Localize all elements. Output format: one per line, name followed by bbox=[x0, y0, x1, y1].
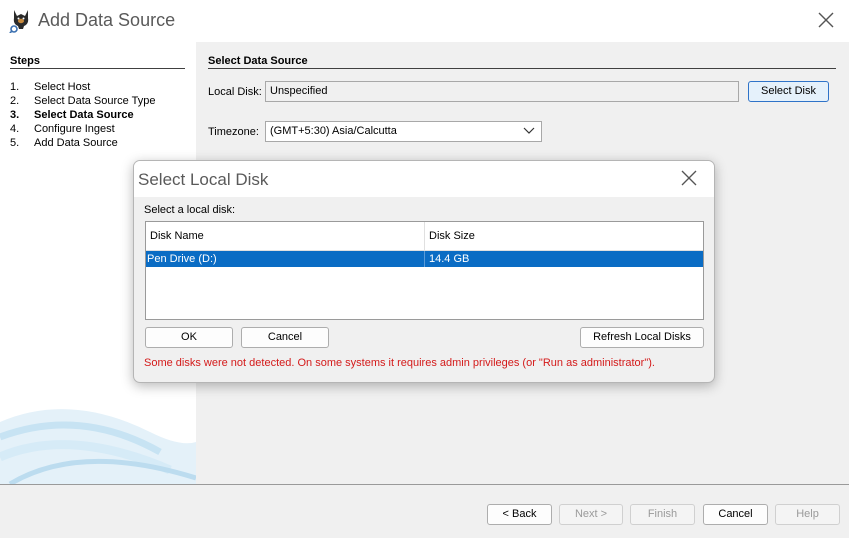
add-data-source-window: Add Data Source Steps 1. Select Host 2. Se… bbox=[0, 0, 849, 538]
local-disk-field[interactable]: Unspecified bbox=[265, 81, 739, 102]
close-icon[interactable] bbox=[678, 167, 700, 189]
step-label: Configure Ingest bbox=[34, 123, 115, 135]
step-label: Select Data Source bbox=[34, 109, 134, 121]
wizard-footer: < Back Next > Finish Cancel Help bbox=[0, 484, 849, 538]
local-disk-label: Local Disk: bbox=[208, 86, 262, 98]
admin-warning-text: Some disks were not detected. On some sy… bbox=[144, 357, 655, 369]
ok-button[interactable]: OK bbox=[145, 327, 233, 348]
close-icon[interactable] bbox=[814, 8, 838, 32]
disk-size-cell: 14.4 GB bbox=[429, 253, 470, 265]
refresh-local-disks-button[interactable]: Refresh Local Disks bbox=[580, 327, 704, 348]
back-button[interactable]: < Back bbox=[487, 504, 552, 525]
step-select-host: 1. Select Host bbox=[10, 81, 91, 93]
next-button[interactable]: Next > bbox=[559, 504, 623, 525]
section-title: Select Data Source bbox=[208, 55, 308, 67]
timezone-label: Timezone: bbox=[208, 126, 259, 138]
step-select-data-source-type: 2. Select Data Source Type bbox=[10, 95, 156, 107]
step-label: Add Data Source bbox=[34, 137, 118, 149]
timezone-select[interactable]: (GMT+5:30) Asia/Calcutta bbox=[265, 121, 542, 142]
column-header-disk-name[interactable]: Disk Name bbox=[146, 222, 425, 251]
dialog-title: Select Local Disk bbox=[138, 170, 269, 189]
select-disk-button[interactable]: Select Disk bbox=[748, 81, 829, 102]
dialog-cancel-button[interactable]: Cancel bbox=[241, 327, 329, 348]
disk-table[interactable]: Disk Name Disk Size Pen Drive (D:) 14.4 … bbox=[145, 221, 704, 320]
chevron-down-icon bbox=[523, 127, 535, 134]
decorative-swoosh bbox=[0, 409, 196, 484]
select-local-disk-dialog: Select Local Disk Select a local disk: D… bbox=[133, 160, 715, 383]
disk-name-cell: Pen Drive (D:) bbox=[146, 251, 425, 267]
steps-heading: Steps bbox=[10, 55, 40, 67]
dialog-prompt: Select a local disk: bbox=[144, 204, 236, 216]
steps-list: 1. Select Host 2. Select Data Source Type … bbox=[10, 80, 155, 150]
section-divider bbox=[208, 68, 836, 69]
step-label: Select Data Source Type bbox=[34, 95, 156, 107]
timezone-value: (GMT+5:30) Asia/Calcutta bbox=[270, 125, 397, 137]
finish-button[interactable]: Finish bbox=[630, 504, 695, 525]
help-button[interactable]: Help bbox=[775, 504, 840, 525]
window-title: Add Data Source bbox=[38, 10, 176, 30]
step-select-data-source: 3. Select Data Source bbox=[10, 109, 134, 121]
step-label: Select Host bbox=[34, 81, 91, 93]
steps-divider bbox=[10, 68, 185, 69]
column-header-disk-size[interactable]: Disk Size bbox=[425, 222, 703, 251]
autopsy-dog-icon bbox=[9, 10, 29, 33]
cancel-button[interactable]: Cancel bbox=[703, 504, 768, 525]
table-row[interactable]: Pen Drive (D:) 14.4 GB bbox=[146, 251, 703, 267]
window-titlebar: Add Data Source bbox=[0, 0, 849, 42]
dialog-titlebar: Select Local Disk bbox=[134, 161, 714, 197]
step-add-data-source: 5. Add Data Source bbox=[10, 137, 118, 149]
step-configure-ingest: 4. Configure Ingest bbox=[10, 123, 115, 135]
